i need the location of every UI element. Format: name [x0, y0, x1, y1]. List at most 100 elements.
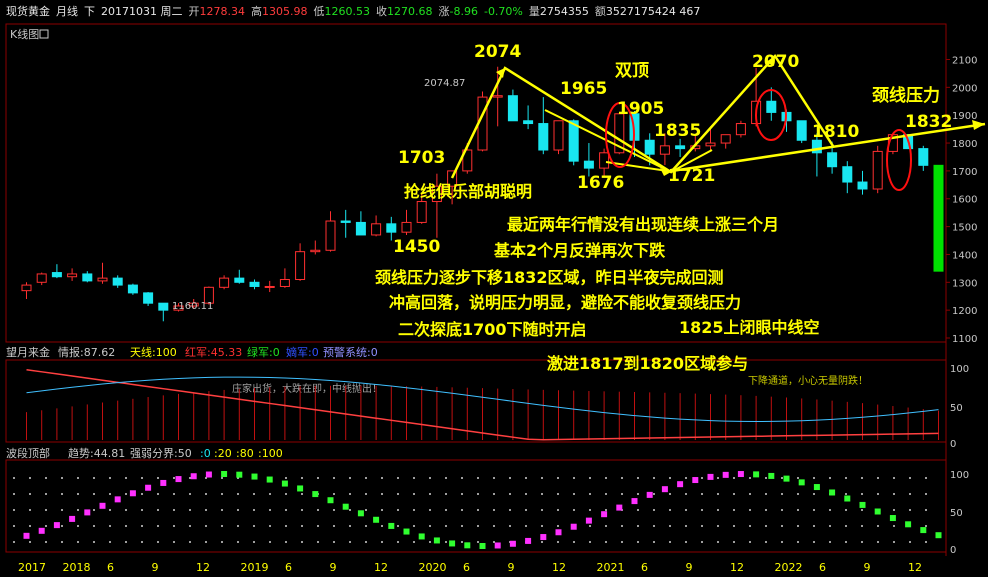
- ind2-grid-dot: [541, 509, 543, 511]
- ind2-grid-dot: [381, 509, 383, 511]
- ind2-grid-dot: [301, 509, 303, 511]
- ind2-grid-dot: [845, 541, 847, 543]
- label-1810: 1810: [812, 122, 859, 142]
- ind2-grid-dot: [333, 509, 335, 511]
- price-tick-label: 1300: [952, 278, 977, 289]
- time-axis-label: 2021: [597, 561, 625, 574]
- ind2-grid-dot: [445, 493, 447, 495]
- ind2-grid-dot: [221, 493, 223, 495]
- ind2-grid-dot: [797, 509, 799, 511]
- ind2-grid-dot: [893, 493, 895, 495]
- ind2-grid-dot: [877, 525, 879, 527]
- candle-body: [67, 273, 78, 278]
- ind2-grid-dot: [861, 477, 863, 479]
- candle-body: [842, 166, 853, 183]
- ind2-grid-dot: [173, 477, 175, 479]
- price-tick-label: 1800: [952, 139, 977, 150]
- time-axis-label: 2018: [63, 561, 91, 574]
- ind2-grid-dot: [637, 509, 639, 511]
- ind2-grid-dot: [861, 493, 863, 495]
- ind2-grid-dot: [589, 525, 591, 527]
- ind2-grid-dot: [701, 509, 703, 511]
- kline-chart[interactable]: K线图 210020001900180017001600150014001300…: [0, 0, 988, 577]
- ind2-grid-dot: [109, 541, 111, 543]
- ind2-grid-dot: [173, 493, 175, 495]
- ind2-grid-dot: [429, 477, 431, 479]
- ind2-grid-dot: [333, 541, 335, 543]
- ind2-grid-dot: [157, 509, 159, 511]
- restore-icon[interactable]: [39, 29, 49, 39]
- ind2-grid-dot: [237, 509, 239, 511]
- ind2-grid-dot: [269, 509, 271, 511]
- ind2-grid-dot: [317, 509, 319, 511]
- time-axis-label: 2020: [419, 561, 447, 574]
- ind2-trend-point: [525, 537, 532, 544]
- price-axis: 2100200019001800170016001500140013001200…: [946, 55, 977, 345]
- ind2-grid-dot: [765, 477, 767, 479]
- indicator2-v100: :100: [258, 447, 283, 460]
- ind2-grid-dot: [877, 477, 879, 479]
- candle-body: [659, 145, 670, 155]
- ind2-grid-dot: [717, 509, 719, 511]
- ind2-grid-dot: [365, 493, 367, 495]
- ind2-grid-dot: [685, 493, 687, 495]
- time-axis-label: 6: [641, 561, 648, 574]
- ind2-trend-point: [53, 522, 60, 529]
- ind2-trend-point: [479, 542, 486, 549]
- ind2-trend-point: [813, 484, 820, 491]
- ind2-grid-dot: [77, 493, 79, 495]
- ind2-grid-dot: [525, 509, 527, 511]
- ind2-grid-dot: [525, 477, 527, 479]
- ind2-grid-dot: [269, 493, 271, 495]
- candle-body: [796, 120, 807, 141]
- ind2-grid-dot: [397, 509, 399, 511]
- label-2070: 2070: [752, 52, 799, 72]
- ind2-grid-dot: [349, 525, 351, 527]
- ind2-grid-dot: [589, 509, 591, 511]
- ind2-grid-dot: [125, 525, 127, 527]
- label-1905: 1905: [617, 99, 664, 119]
- ind2-grid-dot: [685, 541, 687, 543]
- ind2-trend-point: [677, 481, 684, 488]
- indicator2-header: 波段顶部 趋势:44.81 强弱分界:50 :0 :20 :80 :100: [6, 446, 283, 460]
- ind2-grid-dot: [669, 477, 671, 479]
- ind2-trend-point: [464, 542, 471, 549]
- commentary-line-4: 冲高回落，说明压力明显，避险不能收复颈线压力: [389, 293, 741, 312]
- main-panel-title: K线图: [10, 27, 39, 41]
- ind2-trend-point: [585, 517, 592, 524]
- ind2-tick-0: 0: [950, 545, 956, 556]
- ind2-grid-dot: [205, 493, 207, 495]
- ind2-grid-dot: [301, 541, 303, 543]
- ind2-grid-dot: [253, 493, 255, 495]
- ind2-grid-dot: [925, 525, 927, 527]
- ind2-grid-dot: [637, 525, 639, 527]
- ind2-grid-dot: [925, 477, 927, 479]
- ind2-grid-dot: [813, 477, 815, 479]
- ind2-grid-dot: [61, 477, 63, 479]
- ind2-grid-dot: [909, 477, 911, 479]
- ind2-trend-point: [829, 489, 836, 496]
- ind2-grid-dot: [93, 525, 95, 527]
- indicator1-name[interactable]: 望月来金: [6, 345, 50, 359]
- ind2-grid-dot: [13, 493, 15, 495]
- ind2-trend-point: [798, 479, 805, 486]
- ind2-trend-point: [646, 491, 653, 498]
- ind2-grid-dot: [781, 525, 783, 527]
- ind2-grid-dot: [893, 525, 895, 527]
- ind2-trend-point: [555, 529, 562, 536]
- ind2-grid-dot: [29, 509, 31, 511]
- candle-body: [918, 148, 929, 166]
- ind2-grid-dot: [93, 541, 95, 543]
- indicator2-v0: :0: [200, 447, 211, 460]
- ind2-grid-dot: [717, 541, 719, 543]
- ind2-grid-dot: [557, 525, 559, 527]
- ind2-grid-dot: [477, 509, 479, 511]
- time-axis-label: 9: [686, 561, 693, 574]
- ind2-grid-dot: [669, 493, 671, 495]
- ind2-grid-dot: [29, 477, 31, 479]
- indicator2-name[interactable]: 波段顶部: [6, 446, 50, 460]
- commentary-line-5: 二次探底1700下随时开启: [398, 320, 587, 339]
- candle-body: [735, 123, 746, 136]
- neckline-arrow-icon: [972, 120, 985, 130]
- commentary-line-6: 1825上闭眼中线空: [679, 318, 820, 337]
